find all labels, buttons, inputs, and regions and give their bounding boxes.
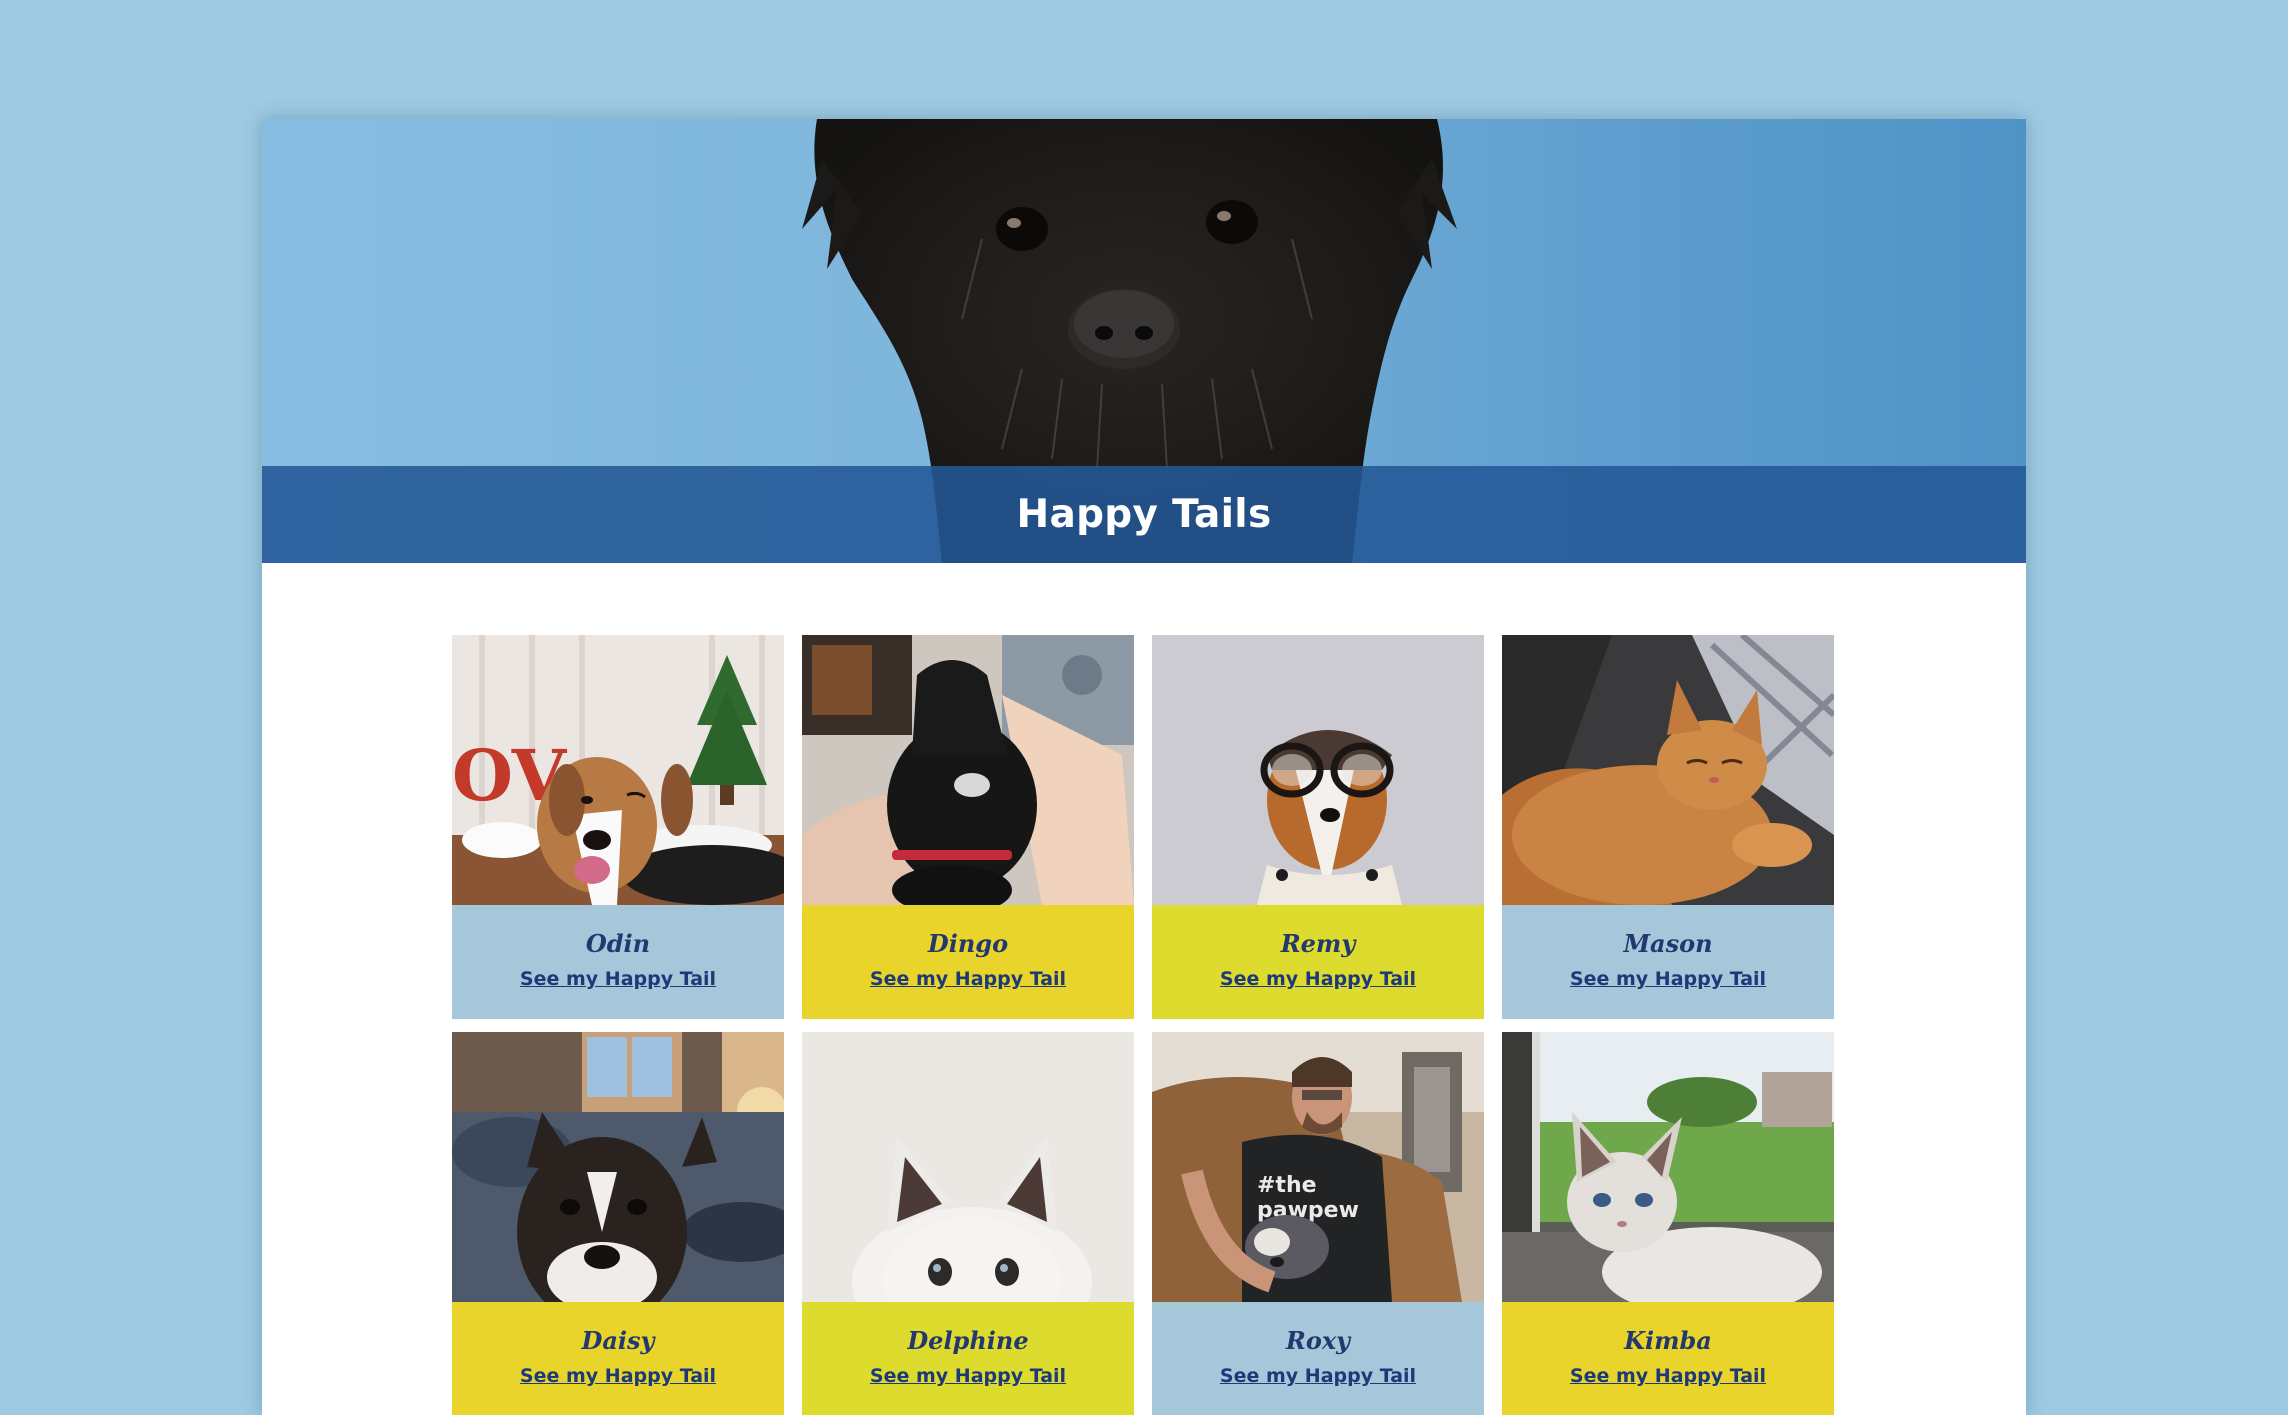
pet-card-daisy[interactable]: Daisy See my Happy Tail (452, 1032, 784, 1415)
pet-caption: Kimba See my Happy Tail (1502, 1302, 1834, 1415)
see-happy-tail-link[interactable]: See my Happy Tail (1570, 968, 1766, 990)
page-title: Happy Tails (1016, 492, 1272, 537)
black-dog-lap-photo (802, 635, 1134, 905)
pet-name: Mason (1623, 929, 1713, 958)
pet-caption: Delphine See my Happy Tail (802, 1302, 1134, 1415)
see-happy-tail-link[interactable]: See my Happy Tail (870, 1365, 1066, 1387)
pet-name: Odin (585, 929, 651, 958)
pet-caption: Dingo See my Happy Tail (802, 905, 1134, 1019)
see-happy-tail-link[interactable]: See my Happy Tail (1220, 968, 1416, 990)
pet-caption: Odin See my Happy Tail (452, 905, 784, 1019)
pet-card-kimba[interactable]: Kimba See my Happy Tail (1502, 1032, 1834, 1415)
pet-card-odin[interactable]: OV Odin See my Happy Tail (452, 635, 784, 1019)
title-band: Happy Tails (262, 466, 2026, 563)
pet-card-mason[interactable]: Mason See my Happy Tail (1502, 635, 1834, 1019)
pet-name: Remy (1280, 929, 1356, 958)
pet-name: Kimba (1624, 1326, 1712, 1355)
pet-card-remy[interactable]: Remy See my Happy Tail (1152, 635, 1484, 1019)
svg-text:#the: #the (1257, 1173, 1317, 1198)
orange-cat-blanket-photo (1502, 635, 1834, 905)
pet-name: Daisy (581, 1326, 655, 1355)
see-happy-tail-link[interactable]: See my Happy Tail (520, 968, 716, 990)
page-container: Happy Tails OV Odin See my Happy Tail Di… (262, 119, 2026, 1415)
pet-name: Roxy (1285, 1326, 1351, 1355)
see-happy-tail-link[interactable]: See my Happy Tail (1220, 1365, 1416, 1387)
dog-with-glasses-photo (1152, 635, 1484, 905)
pet-name: Dingo (927, 929, 1009, 958)
pet-name: Delphine (907, 1326, 1029, 1355)
pet-caption: Remy See my Happy Tail (1152, 905, 1484, 1019)
see-happy-tail-link[interactable]: See my Happy Tail (520, 1365, 716, 1387)
pet-caption: Mason See my Happy Tail (1502, 905, 1834, 1019)
pet-card-roxy[interactable]: #the pawpew Roxy See my Happy Tail (1152, 1032, 1484, 1415)
see-happy-tail-link[interactable]: See my Happy Tail (870, 968, 1066, 990)
pet-caption: Daisy See my Happy Tail (452, 1302, 784, 1415)
pet-card-dingo[interactable]: Dingo See my Happy Tail (802, 635, 1134, 1019)
man-with-dog-photo: #the pawpew (1152, 1032, 1484, 1302)
hero-banner: Happy Tails (262, 119, 2026, 563)
kitten-by-window-photo (1502, 1032, 1834, 1302)
pet-caption: Roxy See my Happy Tail (1152, 1302, 1484, 1415)
white-kitten-photo (802, 1032, 1134, 1302)
see-happy-tail-link[interactable]: See my Happy Tail (1570, 1365, 1766, 1387)
pet-card-delphine[interactable]: Delphine See my Happy Tail (802, 1032, 1134, 1415)
boston-terrier-photo (452, 1032, 784, 1302)
beagle-christmas-photo: OV (452, 635, 784, 905)
